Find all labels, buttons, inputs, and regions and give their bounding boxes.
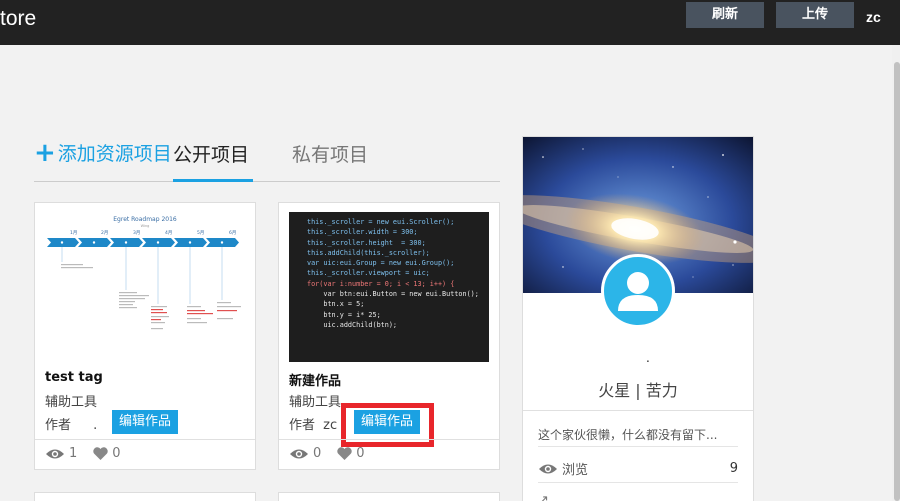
code-line: this._scroller.viewport = uic;	[307, 269, 430, 278]
refresh-button[interactable]: 刷新	[686, 2, 764, 28]
card-category: 辅助工具	[289, 395, 342, 410]
eye-icon	[539, 464, 557, 473]
code-line: btn.x = 5;	[307, 300, 365, 309]
top-bar: tore 刷新 上传 zc	[0, 0, 900, 45]
code-line: var uic:eui.Group = new eui.Group();	[307, 259, 455, 268]
profile-bio: 这个家伙很懒，什么都没有留下...	[538, 428, 718, 442]
author-label: 作者	[45, 418, 72, 433]
plus-icon: +	[34, 137, 56, 168]
card-author: 作者 zc	[289, 414, 337, 433]
profile-name: 火星 | 苦力	[598, 381, 678, 400]
thumb-icon: ↗	[538, 493, 549, 501]
project-card[interactable]: Egret Roadmap 2016 Wing 1月 2月 3月 4月 5月 6…	[34, 202, 256, 470]
username[interactable]: zc	[866, 9, 881, 25]
roadmap-month: 5月	[197, 230, 204, 236]
eye-icon	[290, 449, 308, 458]
profile-username: .	[646, 351, 650, 365]
code-line: var btn:eui.Button = new eui.Button();	[307, 290, 479, 299]
card-category: 辅助工具	[45, 395, 98, 410]
author-label: 作者	[289, 418, 316, 433]
project-thumbnail[interactable]: this._scroller = new eui.Scroller(); this…	[289, 212, 489, 362]
active-tab-indicator	[173, 179, 253, 182]
card-stats: 1 0	[45, 446, 121, 461]
like-count: 0	[356, 446, 365, 461]
card-author: 作者 .	[45, 414, 97, 433]
views-divider	[538, 482, 738, 483]
roadmap-month: 3月	[133, 230, 140, 236]
view-count: 0	[313, 446, 322, 461]
views-label: 浏览	[562, 463, 589, 478]
profile-views-row: 浏览 9	[538, 459, 738, 478]
eye-icon	[46, 449, 64, 458]
code-line: this.addChild(this._scroller);	[307, 248, 430, 257]
roadmap-month: 6月	[229, 230, 236, 236]
upload-button[interactable]: 上传	[776, 2, 854, 28]
roadmap-month: 4月	[165, 230, 172, 236]
edit-work-button[interactable]: 编辑作品	[112, 410, 178, 434]
card-title[interactable]: 新建作品	[289, 370, 341, 389]
code-line: uic.addChild(btn);	[307, 320, 398, 329]
code-line: this._scroller.height = 300;	[307, 238, 426, 247]
views-count: 9	[729, 461, 738, 476]
roadmap-month: 2月	[101, 230, 108, 236]
add-resource-link[interactable]: + 添加资源项目	[34, 139, 172, 166]
roadmap-subtitle: Wing	[141, 224, 150, 228]
app-title: tore	[0, 7, 37, 30]
code-line: this._scroller.width = 300;	[307, 228, 418, 237]
add-resource-label: 添加资源项目	[57, 143, 172, 165]
user-icon	[618, 272, 658, 311]
code-line: btn.y = i* 25;	[307, 310, 381, 319]
author-name: .	[93, 418, 98, 433]
card-divider	[279, 439, 499, 440]
project-thumbnail[interactable]: Egret Roadmap 2016 Wing 1月 2月 3月 4月 5月 6…	[45, 212, 245, 362]
like-count: 0	[112, 446, 121, 461]
author-name: zc	[323, 418, 338, 433]
heart-icon[interactable]	[93, 447, 108, 460]
code-line: for(var i:number = 0; i < 13; i++) {	[307, 279, 455, 288]
bio-divider	[538, 446, 738, 447]
view-count: 1	[69, 446, 78, 461]
project-card[interactable]	[278, 492, 500, 501]
profile-divider	[523, 410, 753, 411]
avatar[interactable]	[601, 254, 675, 328]
heart-icon[interactable]	[337, 447, 352, 460]
card-title[interactable]: test tag	[45, 370, 103, 385]
code-line: this._scroller = new eui.Scroller();	[307, 218, 455, 226]
card-divider	[35, 439, 255, 440]
project-tabs: + 添加资源项目 公开项目 私有项目	[34, 136, 500, 182]
roadmap-title: Egret Roadmap 2016	[113, 216, 177, 223]
tab-private[interactable]: 私有项目	[292, 140, 368, 167]
project-card[interactable]	[34, 492, 256, 501]
roadmap-image: Egret Roadmap 2016 Wing 1月 2月 3月 4月 5月 6…	[47, 216, 241, 330]
highlight-box	[341, 403, 434, 447]
tab-public[interactable]: 公开项目	[173, 140, 249, 167]
project-card[interactable]: this._scroller = new eui.Scroller(); this…	[278, 202, 500, 470]
roadmap-month: 1月	[70, 230, 77, 236]
scrollbar-thumb[interactable]	[894, 62, 900, 501]
profile-panel: . 火星 | 苦力 这个家伙很懒，什么都没有留下... 浏览 9 ↗	[522, 136, 754, 501]
card-stats: 0 0	[289, 446, 365, 461]
